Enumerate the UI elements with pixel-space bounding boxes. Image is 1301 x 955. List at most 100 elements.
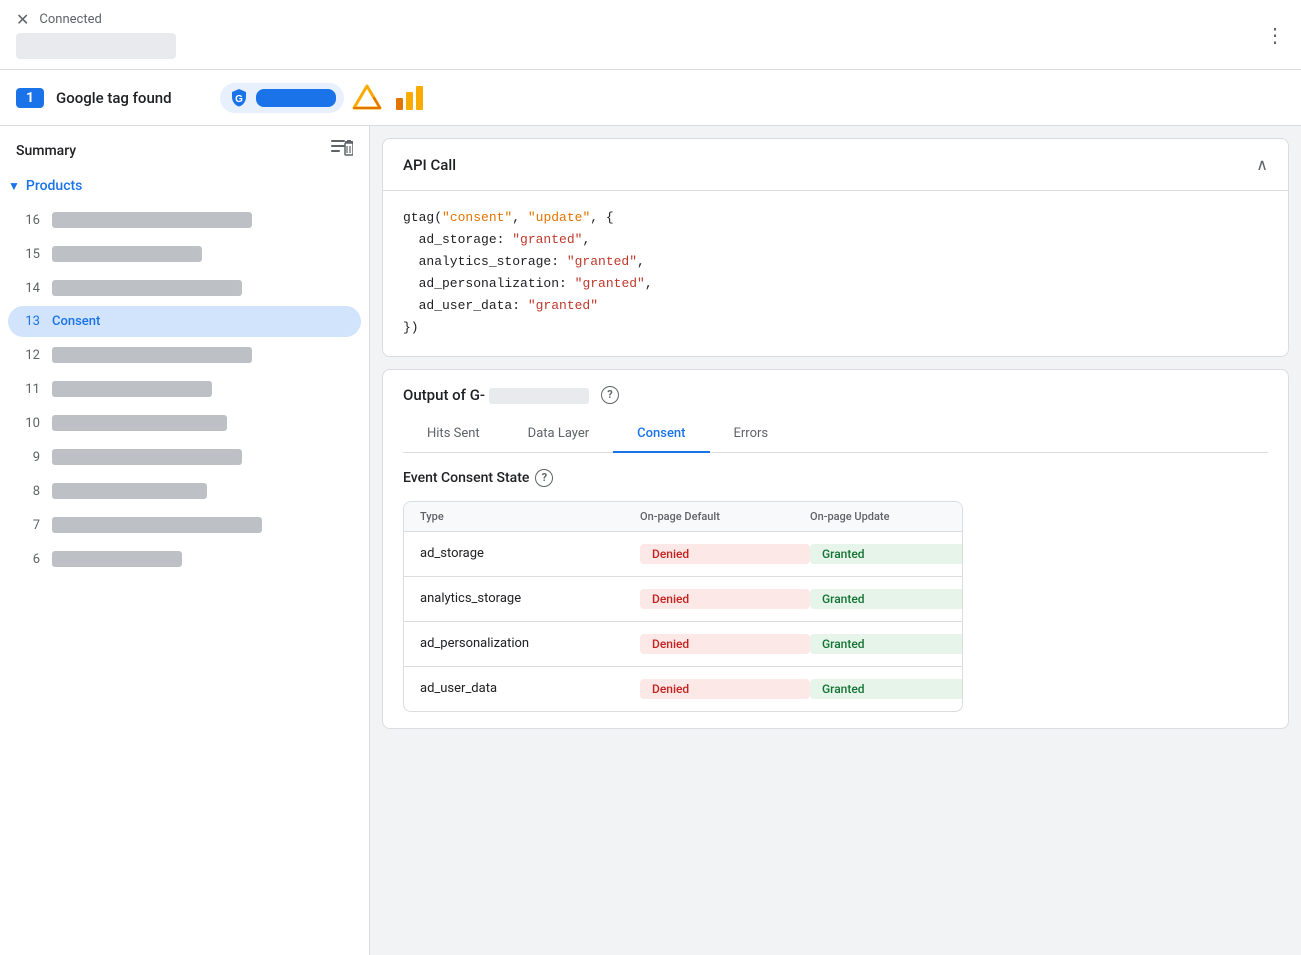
sidebar-item-11[interactable]: 11 xyxy=(8,373,361,405)
badge-denied-analytics-storage: Denied xyxy=(640,589,810,609)
sidebar-item-num-14: 14 xyxy=(20,281,40,296)
event-consent-title: Event Consent State xyxy=(403,470,529,486)
sidebar-products-row[interactable]: ▼ Products xyxy=(0,172,369,204)
main-layout: Summary ▼ Products xyxy=(0,126,1301,955)
sidebar-item-bar-15 xyxy=(52,246,202,262)
sidebar-item-6[interactable]: 6 xyxy=(8,543,361,575)
sidebar-item-bar-12 xyxy=(52,347,252,363)
consent-row-ad-storage: ad_storage Denied Granted xyxy=(404,532,962,577)
sidebar-item-num-10: 10 xyxy=(20,416,40,431)
badge-denied-ad-personalization: Denied xyxy=(640,634,810,654)
sidebar-item-num-16: 16 xyxy=(20,213,40,228)
sidebar-item-label-13: Consent xyxy=(52,314,100,329)
sidebar-item-7[interactable]: 7 xyxy=(8,509,361,541)
delete-svg xyxy=(331,140,353,158)
col-header-update: On-page Update xyxy=(810,510,963,523)
code-adperson-val: "granted" xyxy=(575,276,645,291)
header-row: 1 Google tag found G xyxy=(0,70,1301,126)
output-card: Output of G- ? Hits Sent Data Layer Cons… xyxy=(382,369,1289,729)
sidebar-item-14[interactable]: 14 xyxy=(8,272,361,304)
ga4-icon[interactable] xyxy=(390,80,430,116)
more-menu-icon[interactable]: ⋮ xyxy=(1265,23,1285,47)
sidebar-item-12[interactable]: 12 xyxy=(8,339,361,371)
g-shield-svg: G xyxy=(228,87,250,109)
consent-section: Event Consent State ? Type On-page Defau… xyxy=(383,453,1288,728)
col-header-type: Type xyxy=(420,510,640,523)
col-header-default: On-page Default xyxy=(640,510,810,523)
sidebar-item-10[interactable]: 10 xyxy=(8,407,361,439)
products-chevron-icon: ▼ xyxy=(8,179,20,193)
code-update-str: "update" xyxy=(528,210,590,225)
connected-label: Connected xyxy=(39,12,101,27)
api-call-header: API Call ∧ xyxy=(383,139,1288,191)
tab-hits-sent[interactable]: Hits Sent xyxy=(403,416,504,453)
badge-granted-analytics-storage: Granted xyxy=(810,589,963,609)
consent-table-header: Type On-page Default On-page Update xyxy=(404,502,962,532)
badge-denied-ad-user-data: Denied xyxy=(640,679,810,699)
badge-granted-ad-storage: Granted xyxy=(810,544,963,564)
sidebar-item-num-11: 11 xyxy=(20,382,40,397)
consent-row-analytics-storage: analytics_storage Denied Granted xyxy=(404,577,962,622)
consent-type-ad-personalization: ad_personalization xyxy=(420,636,640,651)
sidebar-item-9[interactable]: 9 xyxy=(8,441,361,473)
top-bar-input-masked xyxy=(16,33,176,59)
sidebar-item-num-13: 13 xyxy=(20,314,40,329)
tag-badge: 1 xyxy=(16,88,44,108)
delete-icon[interactable] xyxy=(331,140,353,162)
top-bar: ✕ Connected ⋮ xyxy=(0,0,1301,70)
gtm-icon[interactable]: G xyxy=(220,83,344,113)
output-tag-masked xyxy=(489,388,589,404)
help-icon[interactable]: ? xyxy=(601,386,619,404)
content-area: API Call ∧ gtag("consent", "update", { a… xyxy=(370,126,1301,955)
close-icon[interactable]: ✕ xyxy=(16,10,29,29)
output-title: Output of G- xyxy=(403,386,593,404)
api-call-card: API Call ∧ gtag("consent", "update", { a… xyxy=(382,138,1289,357)
code-comma-ads: , xyxy=(582,232,590,247)
event-consent-title-row: Event Consent State ? xyxy=(403,469,1268,487)
sidebar-item-bar-11 xyxy=(52,381,212,397)
sidebar-item-15[interactable]: 15 xyxy=(8,238,361,270)
sidebar-item-bar-7 xyxy=(52,517,262,533)
code-analytics-key: analytics_storage: xyxy=(403,254,567,269)
event-consent-help-icon[interactable]: ? xyxy=(535,469,553,487)
sidebar-item-num-8: 8 xyxy=(20,484,40,499)
api-call-title: API Call xyxy=(403,156,456,174)
sidebar-item-bar-6 xyxy=(52,551,182,567)
sidebar-item-num-7: 7 xyxy=(20,518,40,533)
code-open-brace: , { xyxy=(590,210,613,225)
sidebar-item-bar-16 xyxy=(52,212,252,228)
sidebar-item-13[interactable]: 13 Consent xyxy=(8,306,361,337)
sidebar-item-num-6: 6 xyxy=(20,552,40,567)
consent-table: Type On-page Default On-page Update ad_s… xyxy=(403,501,963,712)
output-title-prefix: Output of G- xyxy=(403,386,485,404)
badge-granted-ad-personalization: Granted xyxy=(810,634,963,654)
code-comma-an: , xyxy=(637,254,645,269)
consent-type-ad-user-data: ad_user_data xyxy=(420,681,640,696)
consent-row-ad-personalization: ad_personalization Denied Granted xyxy=(404,622,962,667)
tab-data-layer[interactable]: Data Layer xyxy=(504,416,614,453)
sidebar-item-16[interactable]: 16 xyxy=(8,204,361,236)
sidebar-items-list: 16 15 14 13 Consent 12 xyxy=(0,204,369,575)
sidebar-item-num-12: 12 xyxy=(20,348,40,363)
sidebar-item-num-15: 15 xyxy=(20,247,40,262)
ga4-svg xyxy=(394,84,426,112)
tab-errors[interactable]: Errors xyxy=(710,416,793,453)
collapse-icon[interactable]: ∧ xyxy=(1256,155,1268,174)
sidebar: Summary ▼ Products xyxy=(0,126,370,955)
tab-consent[interactable]: Consent xyxy=(613,416,709,453)
svg-text:G: G xyxy=(235,94,243,105)
code-gtag: gtag( xyxy=(403,210,442,225)
tabs-row: Hits Sent Data Layer Consent Errors xyxy=(403,416,1268,453)
code-ad-storage-key: ad_storage: xyxy=(403,232,512,247)
sidebar-item-8[interactable]: 8 xyxy=(8,475,361,507)
code-aduser-val: "granted" xyxy=(528,298,598,313)
code-comma-ap: , xyxy=(645,276,653,291)
output-title-row: Output of G- ? xyxy=(403,386,1268,404)
consent-type-ad-storage: ad_storage xyxy=(420,546,640,561)
ads-svg xyxy=(352,84,382,112)
consent-row-ad-user-data: ad_user_data Denied Granted xyxy=(404,667,962,711)
google-ads-icon[interactable] xyxy=(348,80,386,116)
gtm-label-masked xyxy=(256,89,336,107)
consent-type-analytics-storage: analytics_storage xyxy=(420,591,640,606)
top-bar-left: ✕ Connected xyxy=(16,10,176,59)
